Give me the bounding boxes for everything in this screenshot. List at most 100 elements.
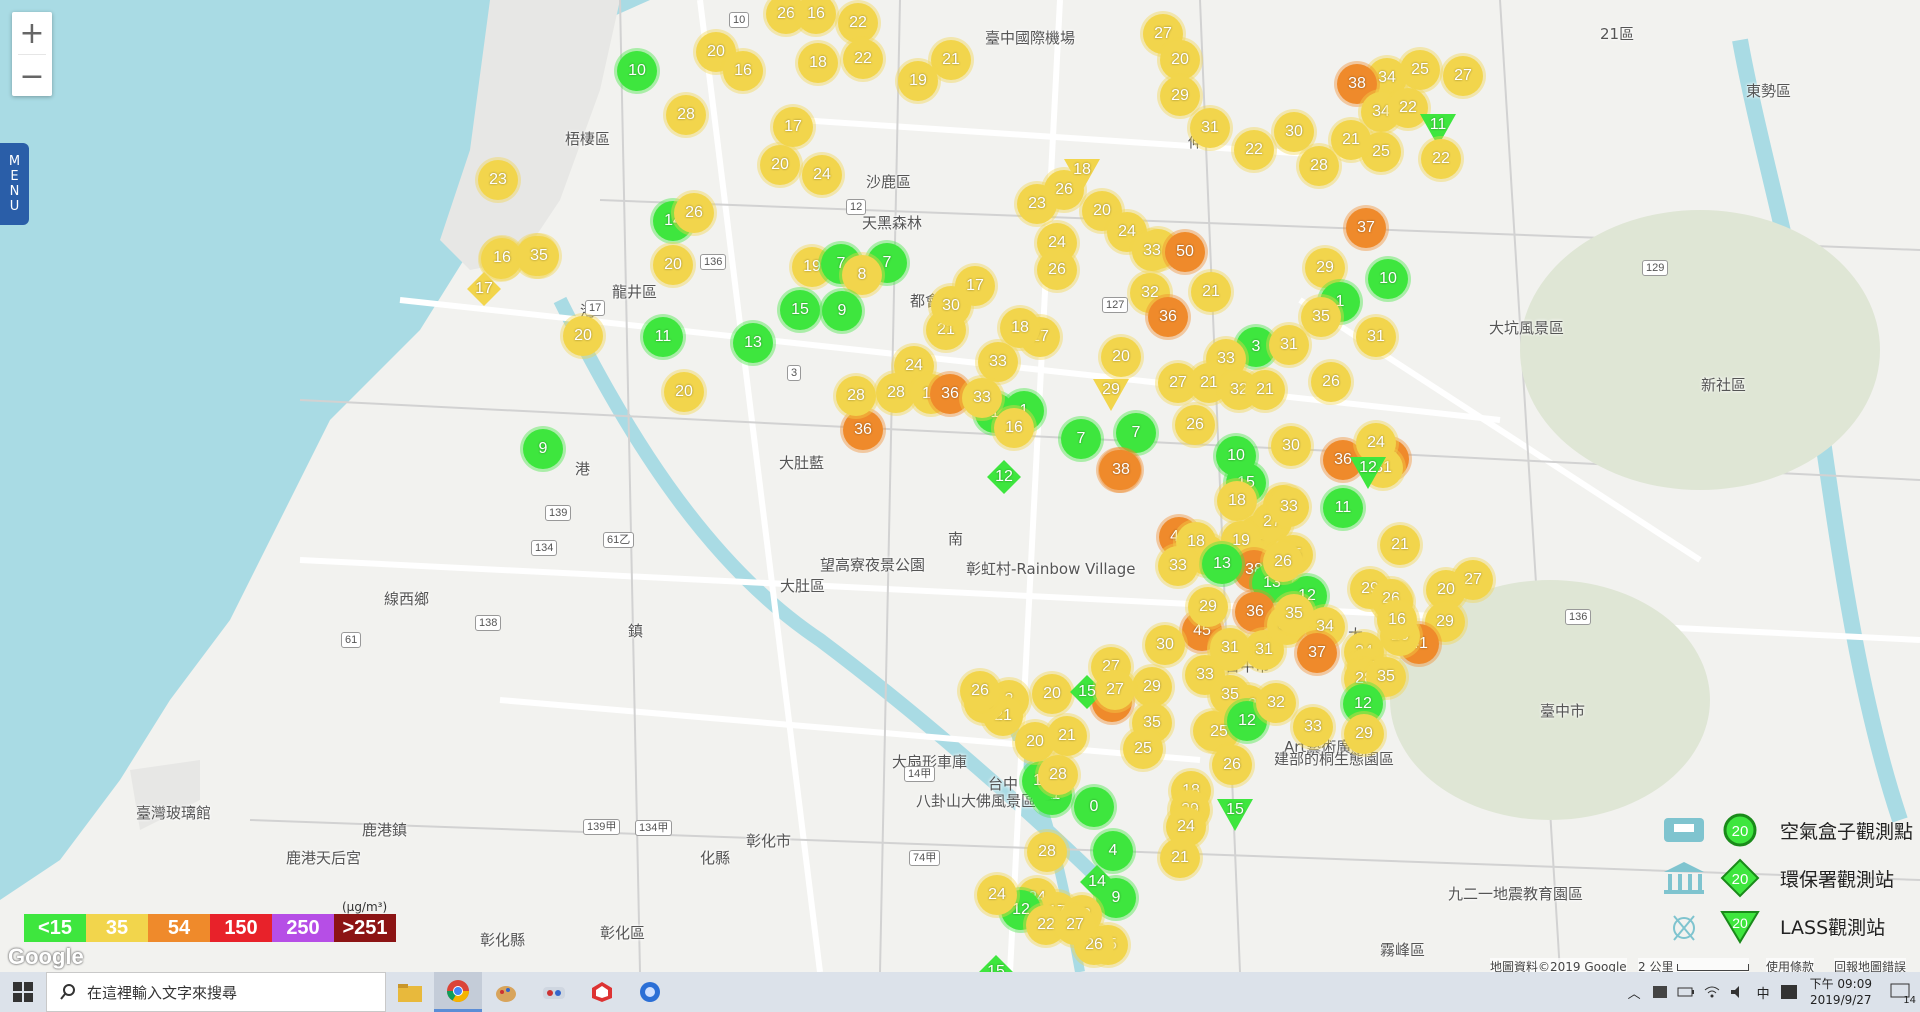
taskbar-clock[interactable]: 下午 09:09 2019/9/27 [1810,976,1872,1008]
scale-bar[interactable]: 2 公里 [1638,958,1750,972]
airbox-marker[interactable]: 27 [1443,56,1483,96]
airbox-marker[interactable]: 26 [1175,405,1215,445]
airbox-marker[interactable]: 10 [1216,436,1256,476]
zoom-out-button[interactable]: − [12,55,52,97]
epa-station-marker[interactable]: 12 [984,457,1024,497]
airbox-marker[interactable]: 36 [843,410,883,450]
airbox-marker[interactable]: 16 [723,51,763,91]
airbox-marker[interactable]: 29 [1160,76,1200,116]
file-explorer-button[interactable] [386,972,434,1012]
airbox-marker[interactable]: 18 [1000,308,1040,348]
app-button-4[interactable] [578,972,626,1012]
airbox-marker[interactable]: 29 [1132,667,1172,707]
airbox-marker[interactable]: 31 [1356,317,1396,357]
lass-station-marker[interactable]: 29 [1091,375,1131,415]
airbox-marker[interactable]: 15 [780,290,820,330]
airbox-marker[interactable]: 9 [822,291,862,331]
airbox-marker[interactable]: 19 [898,61,938,101]
report-error-link[interactable]: 回報地圖錯誤 [1834,958,1907,972]
airbox-marker[interactable]: 22 [838,3,878,43]
airbox-marker[interactable]: 16 [994,408,1034,448]
airbox-marker[interactable]: 22 [1421,139,1461,179]
airbox-marker[interactable]: 33 [1269,487,1309,527]
airbox-marker[interactable]: 28 [836,376,876,416]
airbox-marker[interactable]: 17 [773,107,813,147]
airbox-marker[interactable]: 26 [1037,250,1077,290]
airbox-marker[interactable]: 33 [1293,707,1333,747]
airbox-marker[interactable]: 7 [1061,419,1101,459]
airbox-marker[interactable]: 26 [1212,745,1252,785]
terms-link[interactable]: 使用條款 [1766,958,1815,972]
action-center-button[interactable]: 14 [1880,972,1920,1012]
airbox-marker[interactable]: 21 [1245,370,1285,410]
airbox-marker[interactable]: 28 [666,95,706,135]
airbox-marker[interactable]: 30 [1271,426,1311,466]
lass-station-marker[interactable]: 18 [1062,155,1102,195]
volume-icon[interactable] [1729,984,1747,1000]
airbox-marker[interactable]: 36 [1148,297,1188,337]
airbox-marker[interactable]: 10 [617,51,657,91]
airbox-marker[interactable]: 11 [643,317,683,357]
airbox-marker[interactable]: 16 [1377,600,1417,640]
zoom-in-button[interactable]: + [12,12,52,54]
airbox-marker[interactable]: 9 [523,429,563,469]
airbox-marker[interactable]: 20 [664,372,704,412]
airbox-marker[interactable]: 8 [842,255,882,295]
airbox-marker[interactable]: 20 [760,145,800,185]
airbox-marker[interactable]: 10 [1368,259,1408,299]
app-button-3[interactable] [530,972,578,1012]
lass-station-marker[interactable]: 12 [1348,453,1388,493]
airbox-marker[interactable]: 35 [1274,594,1314,634]
epa-station-marker[interactable]: 15 [976,952,1016,972]
airbox-marker[interactable]: 35 [1301,297,1341,337]
airbox-marker[interactable]: 20 [1160,40,1200,80]
airbox-marker[interactable]: 25 [1123,729,1163,769]
airbox-marker[interactable]: 24 [977,875,1017,915]
airbox-marker[interactable]: 32 [1256,683,1296,723]
airbox-marker[interactable]: 28 [1038,755,1078,795]
airbox-marker[interactable]: 50 [1165,232,1205,272]
airbox-marker[interactable]: 25 [1400,50,1440,90]
airbox-marker[interactable]: 21 [1047,716,1087,756]
airbox-marker[interactable]: 31 [1190,108,1230,148]
airbox-marker[interactable]: 27 [1095,670,1135,710]
menu-tab[interactable]: MENU [0,143,29,225]
airbox-marker[interactable]: 20 [1101,337,1141,377]
airbox-marker[interactable]: 23 [1017,184,1057,224]
airbox-marker[interactable]: 37 [1297,633,1337,673]
airbox-marker[interactable]: 30 [1274,112,1314,152]
app-button-2[interactable] [482,972,530,1012]
airbox-marker[interactable]: 24 [802,155,842,195]
app-button-5[interactable] [626,972,674,1012]
airbox-marker[interactable]: 20 [653,245,693,285]
airbox-marker[interactable]: 20 [1032,674,1072,714]
airbox-marker[interactable]: 17 [955,266,995,306]
airbox-marker[interactable]: 11 [1323,488,1363,528]
map-canvas[interactable]: 梧棲區 沙鹿區 龍井區 大肚區 線西鄉 鹿港鎮 彰化市 新社區 東勢區 霧峰區 大坑風景區 臺灣玻璃館… [0,0,1920,972]
airbox-marker[interactable]: 27 [1055,905,1095,945]
airbox-marker[interactable]: 23 [478,160,518,200]
airbox-marker[interactable]: 26 [1311,362,1351,402]
airbox-marker[interactable]: 33 [978,342,1018,382]
airbox-marker[interactable]: 16 [482,238,522,278]
airbox-marker[interactable]: 28 [876,373,916,413]
ime-indicator[interactable]: 中 [1757,983,1770,1002]
airbox-marker[interactable]: 28 [1027,832,1067,872]
lass-station-marker[interactable]: 15 [1215,795,1255,835]
airbox-marker[interactable]: 18 [798,43,838,83]
airbox-marker[interactable]: 26 [960,671,1000,711]
ime-mode-icon[interactable] [1780,984,1798,1000]
airbox-marker[interactable]: 22 [843,39,883,79]
airbox-marker[interactable]: 22 [1234,130,1274,170]
airbox-marker[interactable]: 29 [1344,714,1384,754]
airbox-marker[interactable]: 26 [1263,542,1303,582]
airbox-marker[interactable]: 30 [1145,625,1185,665]
airbox-marker[interactable]: 7 [1116,413,1156,453]
airbox-marker[interactable]: 35 [519,236,559,276]
airbox-marker[interactable]: 21 [1160,838,1200,878]
airbox-marker[interactable]: 20 [563,316,603,356]
airbox-marker[interactable]: 33 [962,378,1002,418]
airbox-marker[interactable]: 21 [1331,120,1371,160]
airbox-marker[interactable]: 13 [733,323,773,363]
airbox-marker[interactable]: 29 [1188,587,1228,627]
